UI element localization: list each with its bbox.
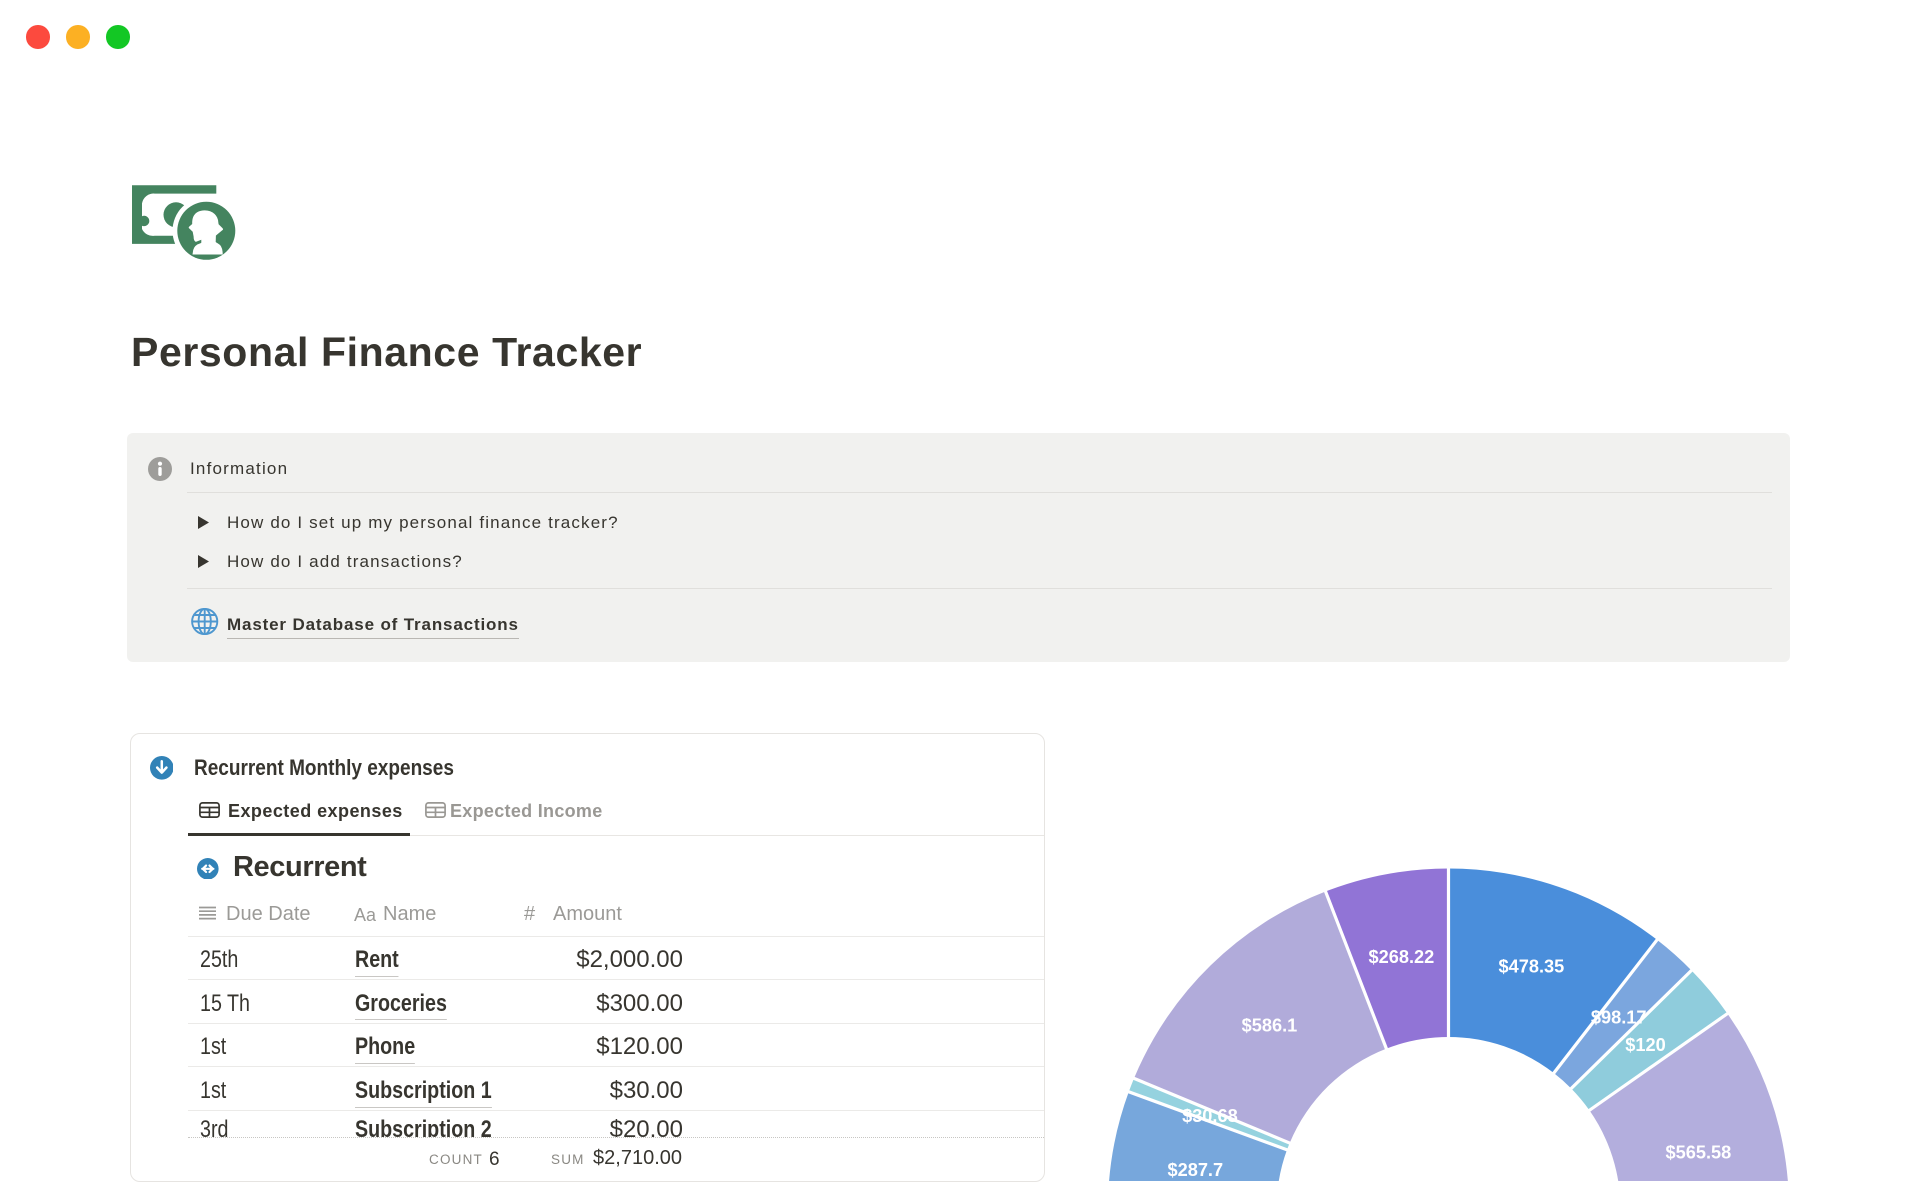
svg-text:$268.22: $268.22 xyxy=(1369,947,1435,967)
svg-text:$98.17: $98.17 xyxy=(1591,1008,1647,1028)
svg-text:$120: $120 xyxy=(1625,1035,1665,1055)
svg-text:$30.68: $30.68 xyxy=(1182,1106,1238,1126)
svg-text:$565.58: $565.58 xyxy=(1666,1143,1732,1163)
svg-text:$478.35: $478.35 xyxy=(1499,957,1565,977)
svg-text:$586.1: $586.1 xyxy=(1242,1016,1298,1036)
svg-text:$287.7: $287.7 xyxy=(1167,1160,1223,1180)
